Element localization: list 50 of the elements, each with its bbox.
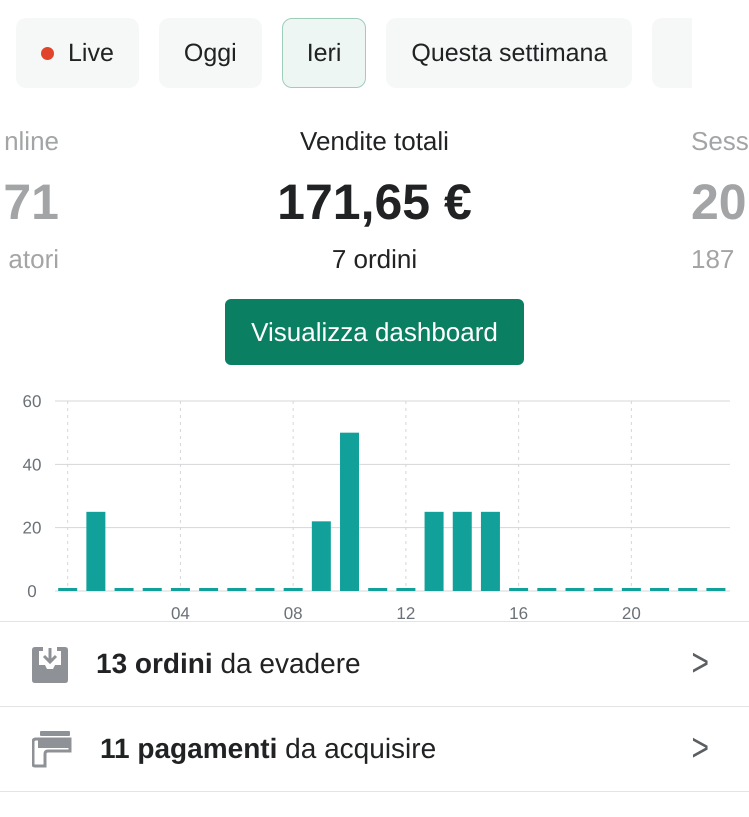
bar bbox=[368, 588, 388, 591]
bar bbox=[312, 521, 331, 591]
bar bbox=[58, 588, 78, 591]
tab[interactable]: Oggi bbox=[158, 18, 262, 88]
y-tick-label: 0 bbox=[27, 582, 37, 601]
y-tick-label: 20 bbox=[22, 518, 42, 538]
stat-value: 20 bbox=[691, 173, 747, 232]
bar bbox=[537, 588, 556, 591]
x-tick-label: 20 bbox=[622, 604, 641, 621]
stat-value: 171,65 € bbox=[277, 173, 472, 232]
bar bbox=[199, 588, 218, 591]
stat-subtitle: atori bbox=[8, 244, 59, 275]
bar bbox=[594, 588, 613, 591]
stat-label: Sess bbox=[691, 126, 749, 158]
stat-subtitle: 187 bbox=[691, 244, 734, 275]
x-tick-label: 08 bbox=[284, 604, 303, 621]
tab[interactable]: Questa settimana bbox=[386, 18, 632, 88]
task-row[interactable]: 13 ordini da evadere > bbox=[0, 622, 749, 707]
chevron-icon: > bbox=[691, 642, 709, 686]
y-tick-label: 60 bbox=[22, 392, 42, 411]
bar bbox=[706, 588, 726, 591]
stat-label: nline bbox=[4, 126, 59, 158]
credit-card-icon bbox=[32, 730, 72, 768]
task-text: 13 ordini da evadere bbox=[96, 648, 362, 680]
x-tick-label: 12 bbox=[396, 604, 416, 621]
bar bbox=[284, 588, 303, 591]
task-row[interactable]: 11 pagamenti da acquisire > bbox=[0, 707, 749, 792]
bar bbox=[170, 588, 190, 591]
task-text: 11 pagamenti da acquisire bbox=[100, 733, 438, 765]
stat-subtitle: 7 ordini bbox=[332, 244, 418, 275]
stat-label: Vendite totali bbox=[300, 126, 449, 158]
view-dashboard-button[interactable]: Visualizza dashboard bbox=[225, 299, 524, 365]
y-tick-label: 40 bbox=[22, 455, 42, 474]
tab[interactable]: Live bbox=[16, 18, 139, 88]
bar bbox=[227, 588, 246, 591]
x-tick-label: 04 bbox=[170, 604, 190, 621]
bar bbox=[509, 588, 528, 591]
chevron-icon: > bbox=[691, 726, 709, 772]
bar bbox=[650, 588, 670, 591]
bar bbox=[678, 588, 698, 591]
stat-value: 71 bbox=[3, 173, 59, 232]
tab[interactable]: Ieri bbox=[282, 18, 366, 88]
bar bbox=[142, 588, 162, 591]
bar bbox=[396, 588, 416, 591]
bar bbox=[255, 588, 274, 591]
bar bbox=[622, 588, 641, 591]
bar bbox=[566, 588, 584, 591]
x-tick-label: 16 bbox=[509, 604, 528, 621]
inbox-download-icon bbox=[32, 645, 68, 683]
bar bbox=[114, 588, 134, 591]
